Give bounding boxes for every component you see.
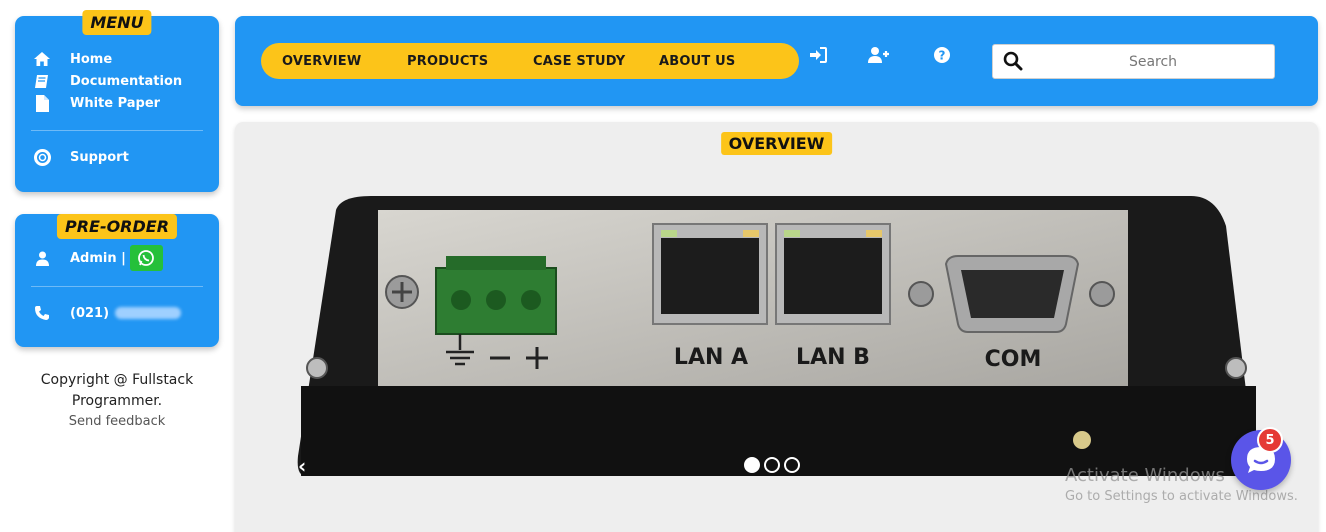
whatsapp-icon [138, 250, 155, 266]
user-icon [33, 249, 51, 267]
carousel-dot[interactable] [764, 457, 780, 473]
carousel-dot[interactable] [784, 457, 800, 473]
sidebar-item-label: White Paper [70, 95, 161, 111]
sidebar-item-label: Support [70, 149, 129, 165]
sidebar-item-home[interactable]: Home [33, 50, 112, 68]
preorder-card: PRE-ORDER Admin | (021) [15, 214, 219, 347]
add-user-icon[interactable] [868, 44, 890, 66]
lifebuoy-icon [33, 148, 51, 166]
nav-menu: OVERVIEW PRODUCTS CASE STUDY ABOUT US [261, 43, 799, 79]
svg-text:?: ? [939, 49, 946, 63]
label-lan-a: LAN A [674, 345, 748, 370]
carousel-indicators [744, 457, 800, 473]
phone-prefix: (021) [70, 305, 110, 321]
admin-contact: Admin | [33, 245, 163, 271]
help-icon[interactable]: ? [931, 44, 953, 66]
send-feedback-link[interactable]: Send feedback [15, 414, 219, 429]
preorder-title: PRE-ORDER [56, 214, 178, 239]
device-photo: LAN A LAN B COM [296, 186, 1258, 476]
top-navbar: OVERVIEW PRODUCTS CASE STUDY ABOUT US ? [235, 16, 1318, 106]
label-com: COM [985, 347, 1042, 372]
carousel-prev-button[interactable]: ‹ [298, 454, 306, 478]
sidebar-item-white-paper[interactable]: White Paper [33, 94, 160, 112]
sign-in-icon[interactable] [807, 44, 829, 66]
search-icon [1003, 51, 1023, 75]
watermark-line2: Go to Settings to activate Windows. [1065, 489, 1298, 504]
nav-overview[interactable]: OVERVIEW [282, 43, 361, 79]
whatsapp-button[interactable] [129, 245, 163, 271]
carousel-slide-image: LAN A LAN B COM [296, 186, 1258, 476]
carousel-dot[interactable] [744, 457, 760, 473]
menu-card: MENU Home Documentation White Paper Supp… [15, 10, 219, 192]
sidebar-item-label: Home [70, 51, 113, 67]
nav-about-us[interactable]: ABOUT US [659, 43, 736, 79]
book-icon [33, 72, 51, 90]
sidebar-item-support[interactable]: Support [33, 148, 129, 166]
label-lan-b: LAN B [796, 345, 870, 370]
search-input[interactable] [1033, 45, 1273, 78]
admin-label: Admin | [70, 250, 126, 266]
sidebar-item-label: Documentation [70, 73, 183, 89]
file-icon [33, 94, 51, 112]
menu-title: MENU [82, 10, 152, 35]
phone-icon [33, 304, 51, 322]
nav-case-study[interactable]: CASE STUDY [533, 43, 625, 79]
preorder-divider [31, 286, 203, 287]
menu-divider [31, 130, 203, 131]
phone-contact[interactable]: (021) [33, 304, 182, 322]
nav-products[interactable]: PRODUCTS [407, 43, 488, 79]
chat-unread-badge: 5 [1257, 427, 1283, 453]
section-title: OVERVIEW [720, 132, 833, 155]
sidebar-item-documentation[interactable]: Documentation [33, 72, 182, 90]
phone-number-redacted [115, 307, 182, 319]
copyright-text: Copyright @ Fullstack Programmer. [40, 372, 194, 409]
home-icon [33, 50, 51, 68]
search-box [992, 44, 1275, 79]
